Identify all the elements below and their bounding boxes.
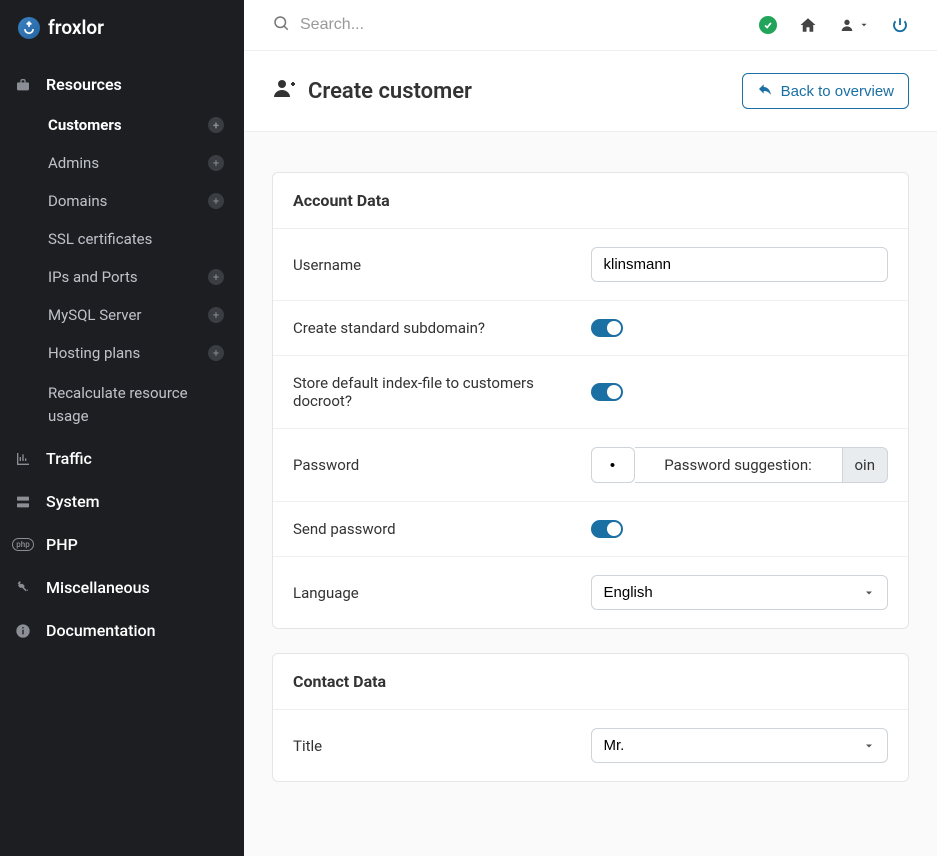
topbar-actions [759, 16, 909, 34]
language-select[interactable]: English [591, 575, 889, 610]
password-suggestion-label: Password suggestion: [635, 447, 843, 483]
sidebar-item-hosting[interactable]: Hosting plans + [0, 334, 244, 372]
sidebar-item-label: Domains [48, 192, 107, 210]
brand-text: froxlor [48, 16, 104, 39]
search-icon [272, 14, 290, 36]
send-password-toggle[interactable] [591, 520, 623, 538]
user-menu-icon[interactable] [839, 17, 869, 33]
field-label: Send password [293, 520, 591, 538]
indexfile-toggle[interactable] [591, 383, 623, 401]
wrench-icon [14, 579, 32, 597]
row-username: Username [273, 229, 908, 301]
username-input[interactable] [591, 247, 889, 282]
sidebar-item-customers[interactable]: Customers + [0, 106, 244, 144]
main-content: Create customer Back to overview Account… [244, 0, 937, 856]
plus-icon[interactable]: + [208, 193, 224, 209]
nav-section-label: Resources [46, 75, 122, 94]
php-icon: php [14, 536, 32, 554]
nav-label: Traffic [46, 449, 92, 468]
info-icon [14, 622, 32, 640]
brand-logo[interactable]: froxlor [0, 0, 244, 63]
row-subdomain: Create standard subdomain? [273, 301, 908, 356]
plus-icon[interactable]: + [208, 269, 224, 285]
nav-misc[interactable]: Miscellaneous [0, 566, 244, 609]
field-label: Create standard subdomain? [293, 319, 591, 337]
sidebar-item-label: IPs and Ports [48, 268, 138, 286]
plus-icon[interactable]: + [208, 345, 224, 361]
home-icon[interactable] [799, 16, 817, 34]
card-contact-data: Contact Data Title Mr. [272, 653, 909, 782]
nav-label: Miscellaneous [46, 578, 150, 597]
nav-system[interactable]: System [0, 480, 244, 523]
search-box[interactable] [272, 14, 600, 36]
back-button-label: Back to overview [781, 83, 894, 100]
caret-down-icon [859, 20, 869, 30]
plus-icon[interactable]: + [208, 155, 224, 171]
nav-label: System [46, 492, 100, 511]
briefcase-icon [14, 76, 32, 94]
sidebar-item-ssl[interactable]: SSL certificates [0, 220, 244, 258]
sidebar-item-admins[interactable]: Admins + [0, 144, 244, 182]
nav-label: Documentation [46, 621, 156, 640]
sidebar-item-recalculate[interactable]: Recalculate resource usage [0, 372, 244, 437]
sidebar-item-label: Admins [48, 154, 99, 172]
password-input[interactable] [591, 447, 635, 483]
sidebar-item-domains[interactable]: Domains + [0, 182, 244, 220]
card-header: Account Data [273, 173, 908, 229]
nav-label: PHP [46, 535, 78, 554]
nav-traffic[interactable]: Traffic [0, 437, 244, 480]
field-label: Store default index-file to customers do… [293, 374, 591, 410]
plus-icon[interactable]: + [208, 117, 224, 133]
field-label: Username [293, 256, 591, 274]
row-title: Title Mr. [273, 710, 908, 781]
field-label: Password [293, 456, 591, 474]
sidebar-item-ips[interactable]: IPs and Ports + [0, 258, 244, 296]
server-icon [14, 493, 32, 511]
sidebar-item-label: Customers [48, 116, 122, 134]
field-label: Title [293, 737, 591, 755]
field-label: Language [293, 584, 591, 602]
sidebar: froxlor Resources Customers + Admins + D… [0, 0, 244, 856]
subdomain-toggle[interactable] [591, 319, 623, 337]
reply-icon [757, 81, 773, 101]
sidebar-item-label: MySQL Server [48, 306, 142, 324]
power-icon[interactable] [891, 16, 909, 34]
search-input[interactable] [300, 16, 600, 34]
plus-icon[interactable]: + [208, 307, 224, 323]
chart-icon [14, 450, 32, 468]
row-indexfile: Store default index-file to customers do… [273, 356, 908, 429]
nav-section-resources[interactable]: Resources [0, 63, 244, 106]
sidebar-item-label: Hosting plans [48, 344, 140, 362]
row-send-password: Send password [273, 502, 908, 557]
topbar [244, 0, 937, 51]
title-select[interactable]: Mr. [591, 728, 889, 763]
form-content: Account Data Username Create standard su… [244, 132, 937, 856]
page-title: Create customer [272, 76, 472, 106]
card-account-data: Account Data Username Create standard su… [272, 172, 909, 629]
nav-php[interactable]: php PHP [0, 523, 244, 566]
nav-docs[interactable]: Documentation [0, 609, 244, 652]
back-button[interactable]: Back to overview [742, 73, 909, 109]
brand-icon [18, 17, 40, 39]
status-icon[interactable] [759, 16, 777, 34]
sidebar-item-mysql[interactable]: MySQL Server + [0, 296, 244, 334]
sidebar-item-label: Recalculate resource usage [48, 384, 188, 425]
page-title-text: Create customer [308, 79, 472, 104]
password-suggestion-value[interactable]: oin [843, 447, 889, 483]
card-header: Contact Data [273, 654, 908, 710]
row-password: Password Password suggestion: oin [273, 429, 908, 502]
page-header: Create customer Back to overview [244, 51, 937, 132]
user-plus-icon [272, 76, 296, 106]
sidebar-item-label: SSL certificates [48, 230, 152, 248]
row-language: Language English [273, 557, 908, 628]
